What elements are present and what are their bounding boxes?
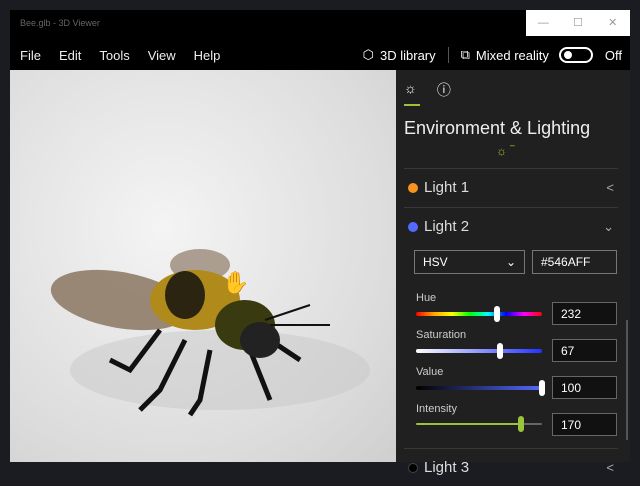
minimize-button[interactable]: — [526,10,561,36]
3d-library-button[interactable]: 3D library [380,48,436,63]
light-1-row[interactable]: Light 1 < [404,168,618,206]
intensity-label: Intensity [416,403,457,415]
window-controls: — ☐ ✕ [526,10,630,36]
side-panel: ☼ ⓘ Environment & Lighting ☼ ‾ Light 1 <… [396,70,630,476]
saturation-thumb[interactable] [497,343,504,359]
saturation-slider[interactable] [416,343,542,359]
light-1-label: Light 1 [424,179,470,196]
panel-scrollbar[interactable] [626,320,628,440]
light-2-row[interactable]: Light 2 ⌄ [404,207,618,245]
light-3-color-dot [408,462,418,473]
lighting-tab-sun-icon[interactable]: ☼ [404,80,417,100]
light-2-color-dot [408,221,418,232]
info-tab-icon[interactable]: ⓘ [437,80,451,100]
intensity-input[interactable]: 170 [552,413,617,436]
light-2-label: Light 2 [424,218,470,235]
hand-cursor-icon: ✋ [222,270,250,295]
chevron-left-icon[interactable]: < [606,460,614,475]
value-thumb[interactable] [539,380,545,396]
intensity-slider[interactable] [416,416,542,432]
light-1-color-dot [408,182,418,193]
value-label: Value [416,366,444,378]
chevron-down-icon: ⌄ [505,255,516,269]
divider [447,47,449,63]
color-mode-value: HSV [423,255,448,269]
chevron-down-icon[interactable]: ⌄ [603,219,614,235]
hue-label: Hue [416,292,437,304]
loading-sun-icon: ☼ ‾ [496,144,515,158]
bee-model [50,249,370,417]
mixed-reality-toggle[interactable] [558,47,593,63]
menu-help[interactable]: Help [194,48,221,63]
panel-heading: Environment & Lighting [404,118,591,138]
value-slider[interactable] [416,380,545,396]
value-input[interactable]: 100 [552,376,617,399]
color-mode-select[interactable]: HSV ⌄ [414,250,525,274]
app-window: Bee.glb - 3D Viewer — ☐ ✕ File Edit Tool… [10,10,630,476]
menu-tools[interactable]: Tools [99,48,129,63]
menu-file[interactable]: File [20,48,41,63]
cube-icon: ⬡ [362,47,374,62]
saturation-label: Saturation [416,329,467,341]
hex-input[interactable]: #546AFF [532,250,617,274]
window-title: Bee.glb - 3D Viewer [20,18,100,28]
3d-viewport[interactable]: ✋ [10,70,396,462]
mixed-reality-label: Mixed reality [475,47,549,63]
maximize-button[interactable]: ☐ [561,10,596,36]
hue-thumb[interactable] [493,306,500,322]
toggle-state: Off [604,47,622,63]
saturation-input[interactable]: 67 [552,339,617,362]
menu-bar: File Edit Tools View Help ⬡ 3D library ⧉… [10,40,630,70]
chevron-left-icon[interactable]: < [606,180,614,195]
hue-input[interactable]: 232 [552,302,617,325]
hue-slider[interactable] [416,306,542,322]
mixed-reality-icon: ⧉ [460,47,470,62]
active-tab-indicator [404,104,420,106]
light-3-row[interactable]: Light 3 < [404,448,618,486]
menu-view[interactable]: View [148,48,176,63]
close-button[interactable]: ✕ [595,10,630,36]
menu-edit[interactable]: Edit [59,48,81,63]
intensity-thumb[interactable] [517,416,524,432]
